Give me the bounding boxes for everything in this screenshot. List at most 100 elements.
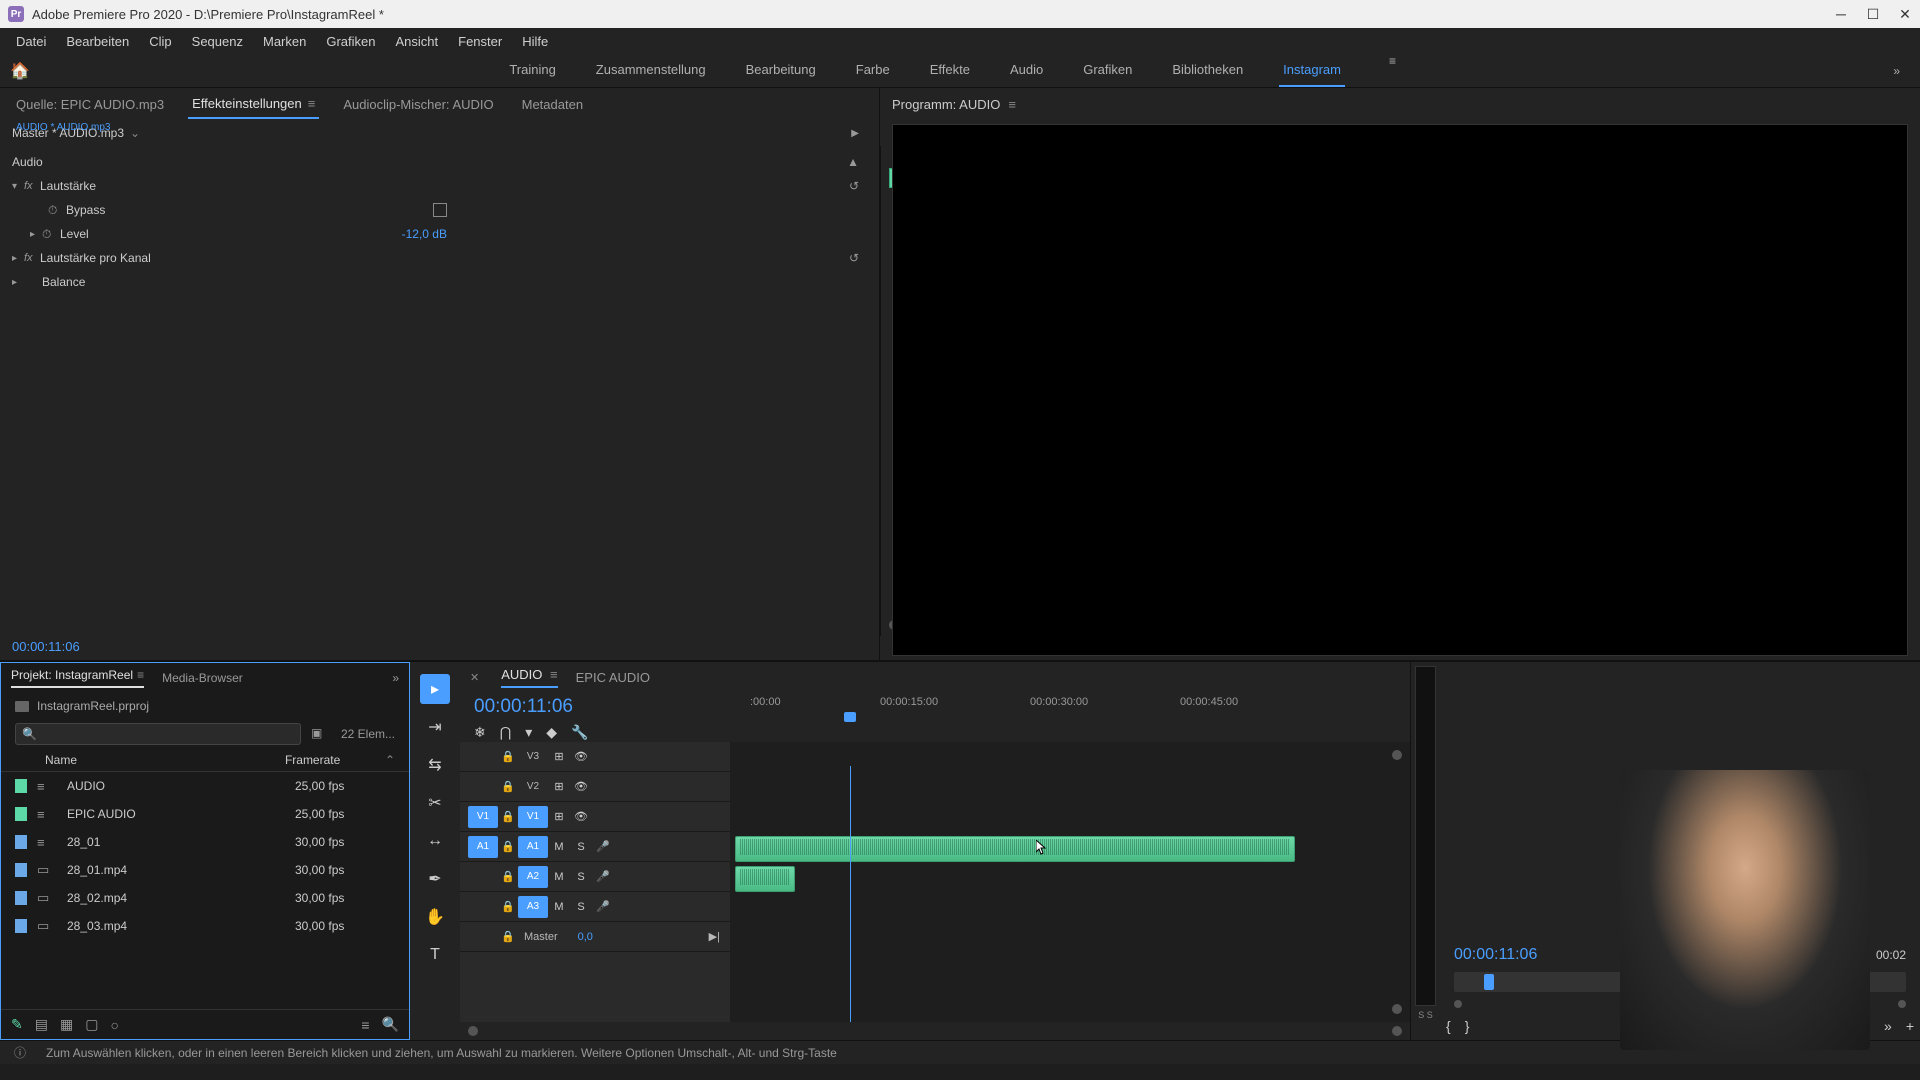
bypass-checkbox[interactable] xyxy=(433,203,447,217)
program-timecode[interactable]: 00:00:11:06 xyxy=(1454,946,1537,964)
track-select-tool[interactable]: ⇥ xyxy=(420,712,450,742)
eye-icon[interactable]: 👁 xyxy=(570,750,592,763)
stopwatch-icon[interactable]: ⏱ xyxy=(42,227,60,242)
level-value[interactable]: -12,0 dB xyxy=(402,227,447,241)
voice-icon[interactable]: 🎤 xyxy=(592,870,614,883)
eye-icon[interactable]: 👁 xyxy=(570,810,592,823)
chevron-down-icon[interactable]: ⌄ xyxy=(130,126,140,140)
reset-icon[interactable]: ↺ xyxy=(849,251,859,265)
tab-menu-icon[interactable]: ≡ xyxy=(308,96,316,111)
lock-icon[interactable]: 🔒 xyxy=(498,780,518,793)
zoom-handle[interactable] xyxy=(1898,1000,1906,1008)
tab-menu-icon[interactable]: ≡ xyxy=(1008,97,1016,112)
project-item[interactable]: ▭28_02.mp430,00 fps xyxy=(1,884,409,912)
program-tab[interactable]: Programm: AUDIO xyxy=(892,97,1000,112)
maximize-button[interactable]: ☐ xyxy=(1866,7,1880,21)
lock-icon[interactable]: 🔒 xyxy=(498,930,518,943)
program-monitor[interactable] xyxy=(892,124,1908,656)
column-sort-icon[interactable]: ⌃ xyxy=(385,753,395,767)
workspace-bibliotheken[interactable]: Bibliotheken xyxy=(1168,54,1247,87)
workspace-zusammenstellung[interactable]: Zusammenstellung xyxy=(592,54,710,87)
bin-icon[interactable]: ▣ xyxy=(311,726,331,742)
menu-sequenz[interactable]: Sequenz xyxy=(182,30,253,53)
zoom-handle[interactable] xyxy=(1454,1000,1462,1008)
workspace-grafiken[interactable]: Grafiken xyxy=(1079,54,1136,87)
source-v1[interactable]: V1 xyxy=(468,806,498,828)
eye-icon[interactable]: 👁 xyxy=(570,780,592,793)
scroll-handle[interactable] xyxy=(1392,750,1402,760)
scroll-handle[interactable] xyxy=(1392,1004,1402,1014)
tab-audio-mixer[interactable]: Audioclip-Mischer: AUDIO xyxy=(339,91,497,118)
expand-icon[interactable]: » xyxy=(1884,1018,1892,1034)
mark-in-icon[interactable]: { xyxy=(1446,1018,1451,1034)
timeline-tab-epic[interactable]: EPIC AUDIO xyxy=(576,670,650,685)
sync-lock-icon[interactable]: ⊞ xyxy=(548,810,570,823)
tab-effect-controls[interactable]: Effekteinstellungen≡ xyxy=(188,90,319,119)
slip-tool[interactable]: ↔ xyxy=(420,826,450,856)
zoom-handle-right[interactable] xyxy=(1392,1026,1402,1036)
master-value[interactable]: 0,0 xyxy=(578,931,593,943)
solo-icon[interactable]: S xyxy=(570,871,592,883)
type-tool[interactable]: T xyxy=(420,940,450,970)
linked-selection-icon[interactable]: ⋂ xyxy=(500,724,511,741)
minimize-button[interactable]: ─ xyxy=(1834,7,1848,21)
zoom-handle-left[interactable] xyxy=(468,1026,478,1036)
add-button-icon[interactable]: + xyxy=(1906,1018,1914,1034)
tab-project[interactable]: Projekt: InstagramReel≡ xyxy=(11,668,144,688)
audio-clip-a1[interactable] xyxy=(735,836,1295,862)
audio-clip-a2[interactable] xyxy=(735,866,795,892)
track-a2[interactable]: A2 xyxy=(518,866,548,888)
find-icon[interactable]: 🔍 xyxy=(382,1016,399,1033)
lock-icon[interactable]: 🔒 xyxy=(498,900,518,913)
timeline-timecode[interactable]: 00:00:11:06 xyxy=(474,696,716,718)
voice-icon[interactable]: 🎤 xyxy=(592,840,614,853)
project-item[interactable]: ▭28_03.mp430,00 fps xyxy=(1,912,409,940)
playhead-icon[interactable] xyxy=(844,712,856,722)
track-v3[interactable]: V3 xyxy=(518,746,548,768)
goto-icon[interactable]: ▶| xyxy=(709,930,720,943)
list-view-icon[interactable]: ▤ xyxy=(35,1016,48,1033)
collapse-icon[interactable]: ▲ xyxy=(847,155,859,169)
twirl-icon[interactable]: ▾ xyxy=(12,181,24,192)
menu-ansicht[interactable]: Ansicht xyxy=(385,30,448,53)
timeline-tab-audio[interactable]: AUDIO ≡ xyxy=(501,667,557,688)
workspace-farbe[interactable]: Farbe xyxy=(852,54,894,87)
solo-icon[interactable]: S xyxy=(570,901,592,913)
lock-icon[interactable]: 🔒 xyxy=(498,750,518,763)
menu-fenster[interactable]: Fenster xyxy=(448,30,512,53)
sync-lock-icon[interactable]: ⊞ xyxy=(548,750,570,763)
close-tab-icon[interactable]: ✕ xyxy=(470,671,479,684)
sync-lock-icon[interactable]: ⊞ xyxy=(548,780,570,793)
twirl-icon[interactable]: ▸ xyxy=(30,229,42,240)
reset-icon[interactable]: ↺ xyxy=(849,179,859,193)
lock-icon[interactable]: 🔒 xyxy=(498,870,518,883)
source-a1[interactable]: A1 xyxy=(468,836,498,858)
menu-bearbeiten[interactable]: Bearbeiten xyxy=(56,30,139,53)
twirl-icon[interactable]: ▸ xyxy=(12,277,24,288)
workspace-bearbeitung[interactable]: Bearbeitung xyxy=(742,54,820,87)
settings-icon[interactable]: 🔧 xyxy=(571,724,588,741)
voice-icon[interactable]: 🎤 xyxy=(592,900,614,913)
mute-icon[interactable]: M xyxy=(548,901,570,913)
lock-icon[interactable]: 🔒 xyxy=(498,840,518,853)
mark-out-icon[interactable]: } xyxy=(1465,1018,1470,1034)
panel-overflow-icon[interactable]: » xyxy=(392,671,399,685)
snap-icon[interactable]: ❄ xyxy=(474,724,486,741)
tab-metadata[interactable]: Metadaten xyxy=(518,91,587,118)
workspace-effekte[interactable]: Effekte xyxy=(926,54,974,87)
track-v2[interactable]: V2 xyxy=(518,776,548,798)
freeform-view-icon[interactable]: ▢ xyxy=(85,1016,98,1033)
tab-menu-icon[interactable]: ≡ xyxy=(137,668,144,682)
column-name[interactable]: Name xyxy=(15,753,285,767)
search-input[interactable]: 🔍 xyxy=(15,723,301,745)
menu-hilfe[interactable]: Hilfe xyxy=(512,30,558,53)
mute-icon[interactable]: M xyxy=(548,871,570,883)
workspace-overflow-icon[interactable]: » xyxy=(1873,64,1920,78)
menu-clip[interactable]: Clip xyxy=(139,30,181,53)
track-a3[interactable]: A3 xyxy=(518,896,548,918)
lock-icon[interactable]: 🔒 xyxy=(498,810,518,823)
project-item[interactable]: ≡AUDIO25,00 fps xyxy=(1,772,409,800)
sort-icon[interactable]: ≡ xyxy=(361,1017,369,1033)
column-framerate[interactable]: Framerate xyxy=(285,753,385,767)
razor-tool[interactable]: ✂ xyxy=(420,788,450,818)
